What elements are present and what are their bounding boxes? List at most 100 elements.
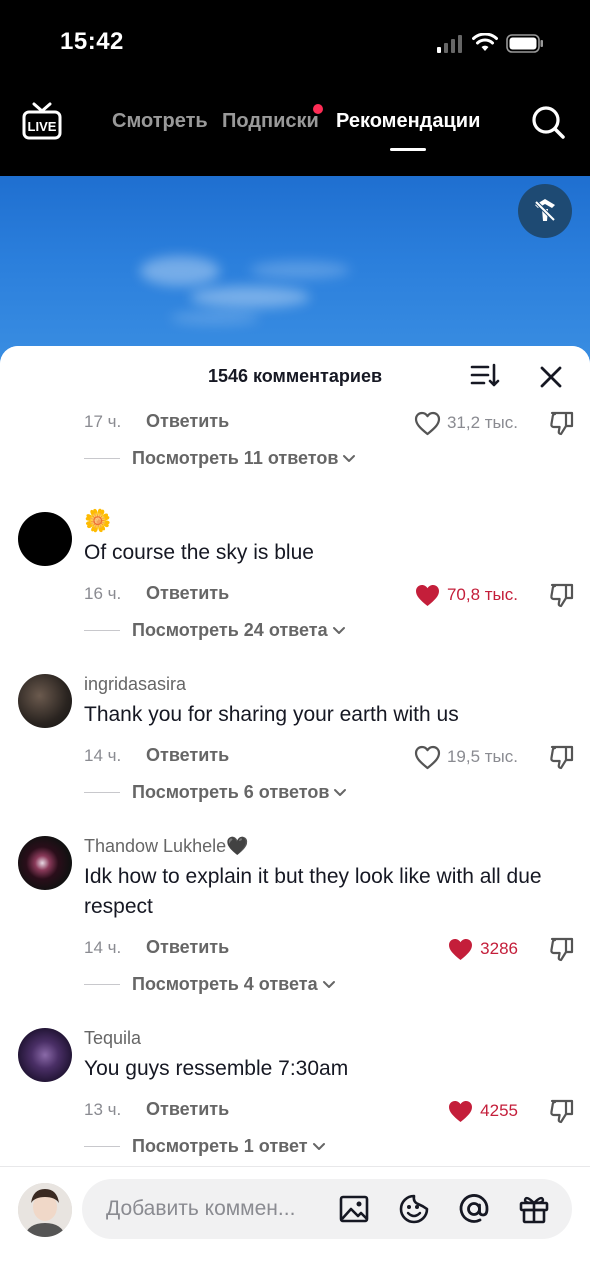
comment-meta: 14 ч. Ответить 19,5 тыс. — [84, 742, 574, 772]
cloud — [250, 261, 350, 279]
comment-input-bar — [0, 1166, 590, 1280]
reply-button[interactable]: Ответить — [146, 411, 229, 432]
comments-header: 1546 комментариев — [0, 346, 590, 402]
reply-button[interactable]: Ответить — [146, 1099, 229, 1120]
comment-username[interactable]: Thandow Lukhele🖤 — [84, 836, 249, 857]
close-icon[interactable] — [538, 364, 564, 390]
reply-button[interactable]: Ответить — [146, 937, 229, 958]
chevron-down-icon — [343, 455, 356, 462]
view-replies-button[interactable]: Посмотреть 24 ответа — [84, 618, 346, 642]
not-interested-button[interactable] — [518, 184, 572, 238]
heart-filled-icon — [449, 1100, 473, 1122]
avatar[interactable] — [18, 836, 72, 890]
like-count: 4255 — [480, 1101, 518, 1120]
comments-list[interactable]: 17 ч. Ответить 31,2 тыс. Посмотреть 11 о… — [0, 386, 590, 1166]
comment-time: 14 ч. — [84, 938, 122, 957]
video-player[interactable] — [0, 176, 590, 366]
like-count: 3286 — [480, 939, 518, 958]
comment-time: 16 ч. — [84, 584, 122, 603]
avatar[interactable] — [18, 1028, 72, 1082]
view-replies-button[interactable]: Посмотреть 6 ответов — [84, 780, 347, 804]
comments-sheet: 1546 комментариев 17 ч. Ответить 31,2 ты… — [0, 346, 590, 1280]
comment-text: You guys ressemble 7:30am — [84, 1057, 349, 1080]
divider-line — [84, 983, 120, 985]
like-button[interactable]: 3286 — [447, 934, 518, 964]
comment-meta: 17 ч. Ответить 31,2 тыс. — [84, 408, 574, 438]
chevron-down-icon — [332, 627, 345, 634]
dislike-icon[interactable] — [548, 409, 576, 437]
status-bar: 15:42 — [0, 0, 590, 88]
mention-icon[interactable] — [458, 1193, 490, 1225]
divider-line — [84, 1145, 120, 1147]
heart-outline-icon — [414, 411, 441, 435]
emoji-icon[interactable] — [398, 1193, 430, 1225]
view-replies-text: Посмотреть 24 ответа — [132, 619, 328, 640]
live-tv-icon: LIVE — [22, 102, 62, 140]
top-navigation: LIVE Смотреть Подписки Рекомендации — [0, 88, 590, 176]
view-replies-button[interactable]: Посмотреть 4 ответа — [84, 972, 336, 996]
notification-dot — [313, 104, 323, 114]
comment-input[interactable] — [106, 1179, 324, 1239]
like-button[interactable]: 31,2 тыс. — [414, 408, 518, 438]
comment-input-container[interactable] — [82, 1179, 572, 1239]
chevron-down-icon — [312, 1143, 325, 1150]
cloud — [170, 311, 260, 325]
like-count: 31,2 тыс. — [446, 413, 518, 432]
comment-text: Thank you for sharing your earth with us — [84, 703, 459, 726]
view-replies-button[interactable]: Посмотреть 1 ответ — [84, 1134, 326, 1158]
comment-meta: 14 ч. Ответить 3286 — [84, 934, 574, 964]
like-button[interactable]: 4255 — [447, 1096, 518, 1126]
sort-icon[interactable] — [470, 362, 500, 390]
comment-item: Thandow Lukhele🖤 Idk how to explain it b… — [0, 834, 590, 1014]
my-avatar — [18, 1183, 72, 1237]
view-replies-text: Посмотреть 11 ответов — [132, 447, 339, 468]
view-replies-text: Посмотреть 6 ответов — [132, 781, 330, 802]
status-time: 15:42 — [60, 28, 124, 55]
tab-subscriptions[interactable]: Подписки — [222, 110, 319, 133]
chevron-down-icon — [322, 981, 335, 988]
heart-outline-icon — [414, 745, 441, 769]
comment-username[interactable]: ingridasasira — [84, 674, 186, 695]
view-replies-text: Посмотреть 1 ответ — [132, 1135, 308, 1156]
svg-text:LIVE: LIVE — [28, 119, 57, 134]
heart-filled-icon — [415, 584, 439, 606]
comment-time: 17 ч. — [84, 412, 122, 431]
comment-username[interactable]: 🌼 — [84, 508, 111, 534]
like-count: 70,8 тыс. — [446, 585, 518, 604]
heart-filled-icon — [449, 938, 473, 960]
image-icon[interactable] — [338, 1193, 370, 1225]
reply-button[interactable]: Ответить — [146, 583, 229, 604]
comment-text: Idk how to explain it but they look like… — [84, 865, 542, 918]
active-tab-indicator — [390, 148, 426, 151]
comment-item: Tequila You guys ressemble 7:30am 13 ч. … — [0, 1026, 590, 1166]
tab-recommendations[interactable]: Рекомендации — [336, 110, 480, 133]
cloud — [190, 286, 310, 308]
wifi-icon — [472, 33, 498, 51]
comments-count-title: 1546 комментариев — [207, 366, 383, 386]
comment-text: Of course the sky is blue — [84, 541, 314, 564]
comment-item: 🌼 Of course the sky is blue 16 ч. Ответи… — [0, 508, 590, 660]
like-button[interactable]: 70,8 тыс. — [414, 580, 518, 610]
cloud — [140, 256, 220, 286]
divider-line — [84, 457, 120, 459]
avatar[interactable] — [18, 512, 72, 566]
not-interested-icon — [534, 199, 556, 222]
view-replies-button[interactable]: Посмотреть 11 ответов — [84, 446, 356, 470]
dislike-icon[interactable] — [548, 1097, 576, 1125]
tab-watch[interactable]: Смотреть — [112, 110, 208, 133]
chevron-down-icon — [334, 789, 347, 796]
comment-item: ingridasasira Thank you for sharing your… — [0, 672, 590, 822]
comment-username[interactable]: Tequila — [84, 1028, 141, 1049]
avatar[interactable] — [18, 674, 72, 728]
gift-icon[interactable] — [518, 1193, 550, 1225]
dislike-icon[interactable] — [548, 935, 576, 963]
dislike-icon[interactable] — [548, 743, 576, 771]
comment-meta: 13 ч. Ответить 4255 — [84, 1096, 574, 1126]
dislike-icon[interactable] — [548, 581, 576, 609]
search-icon[interactable] — [530, 104, 566, 140]
like-button[interactable]: 19,5 тыс. — [414, 742, 518, 772]
divider-line — [84, 629, 120, 631]
divider-line — [84, 791, 120, 793]
live-button[interactable]: LIVE — [20, 102, 64, 142]
reply-button[interactable]: Ответить — [146, 745, 229, 766]
